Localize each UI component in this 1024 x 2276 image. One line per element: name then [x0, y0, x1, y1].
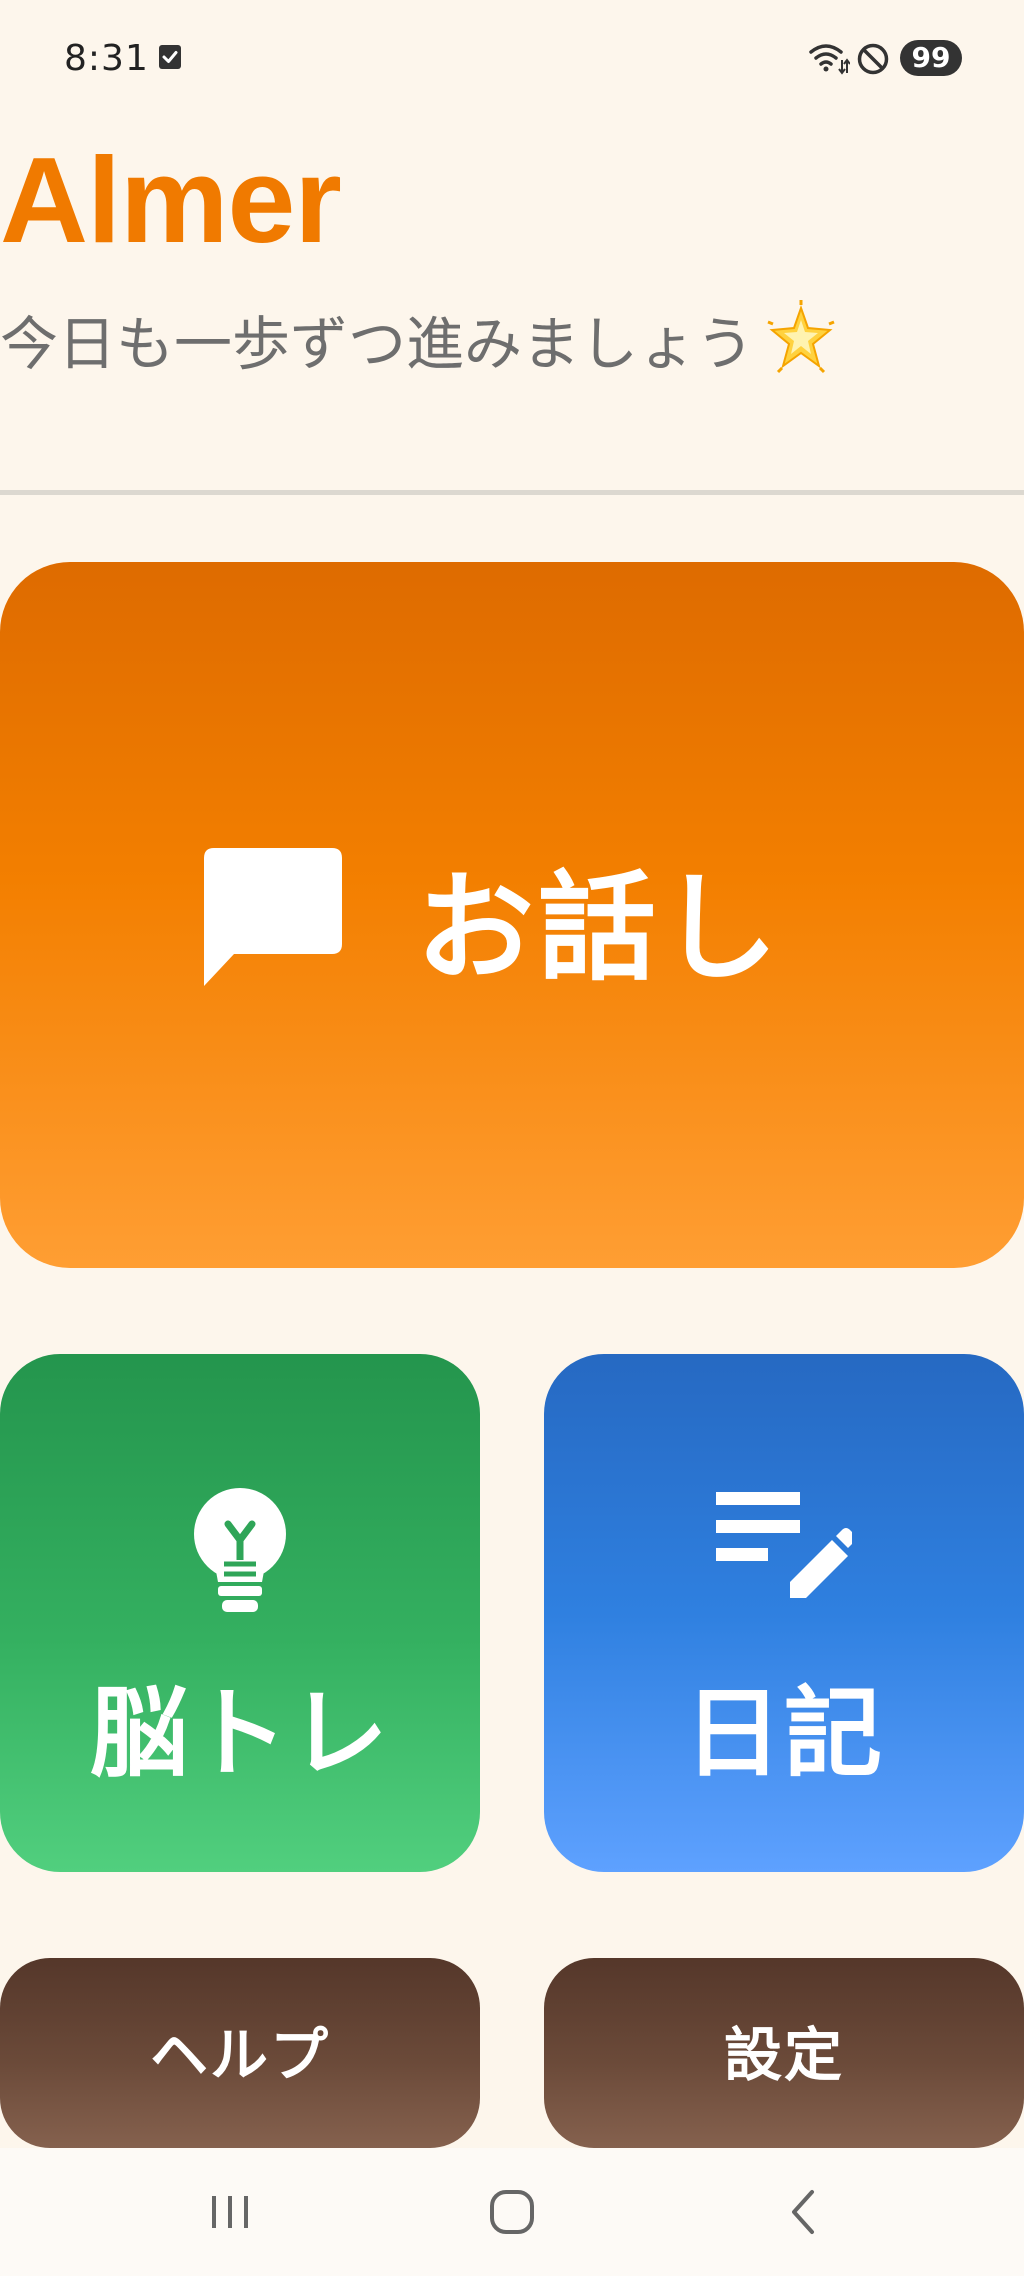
brain-training-label: 脳トレ [89, 1677, 390, 1791]
talk-label: お話し [416, 858, 783, 997]
help-label: ヘルプ [149, 2021, 330, 2089]
lightbulb-icon [194, 1488, 286, 1612]
settings-button[interactable]: 設定 [544, 1958, 1024, 2148]
navigation-bar [0, 2148, 1024, 2276]
back-icon[interactable] [772, 2180, 836, 2244]
help-button[interactable]: ヘルプ [0, 1958, 480, 2148]
talk-button[interactable]: お話し [0, 562, 1024, 1268]
diary-label: 日記 [683, 1677, 884, 1791]
settings-label: 設定 [723, 2021, 844, 2089]
edit-note-icon [716, 1492, 852, 1598]
subtitle: 今日も一歩ずつ進みましょう [0, 300, 838, 384]
sparkle-star-icon [767, 300, 835, 374]
diary-button[interactable]: 日記 [544, 1354, 1024, 1872]
do-not-disturb-icon [857, 43, 889, 75]
subtitle-text: 今日も一歩ずつ進みましょう [0, 310, 755, 378]
status-bar: 8:31 99 [0, 0, 1024, 120]
status-time: 8:31 [64, 38, 149, 79]
brain-training-button[interactable]: 脳トレ [0, 1354, 480, 1872]
checkbox-icon [159, 45, 181, 69]
home-icon[interactable] [480, 2180, 544, 2244]
chat-bubble-icon [204, 848, 342, 986]
talk-button-content: お話し [200, 842, 782, 997]
header-divider [0, 490, 1024, 495]
app-title: Almer [0, 132, 342, 268]
home-screen: 8:31 99 Almer 今日も一歩ずつ進みましょう お話し 脳トレ 日記 ヘ… [0, 0, 1024, 2276]
battery-icon: 99 [900, 40, 962, 76]
recent-apps-icon[interactable] [198, 2180, 262, 2244]
wifi-icon [809, 44, 850, 75]
